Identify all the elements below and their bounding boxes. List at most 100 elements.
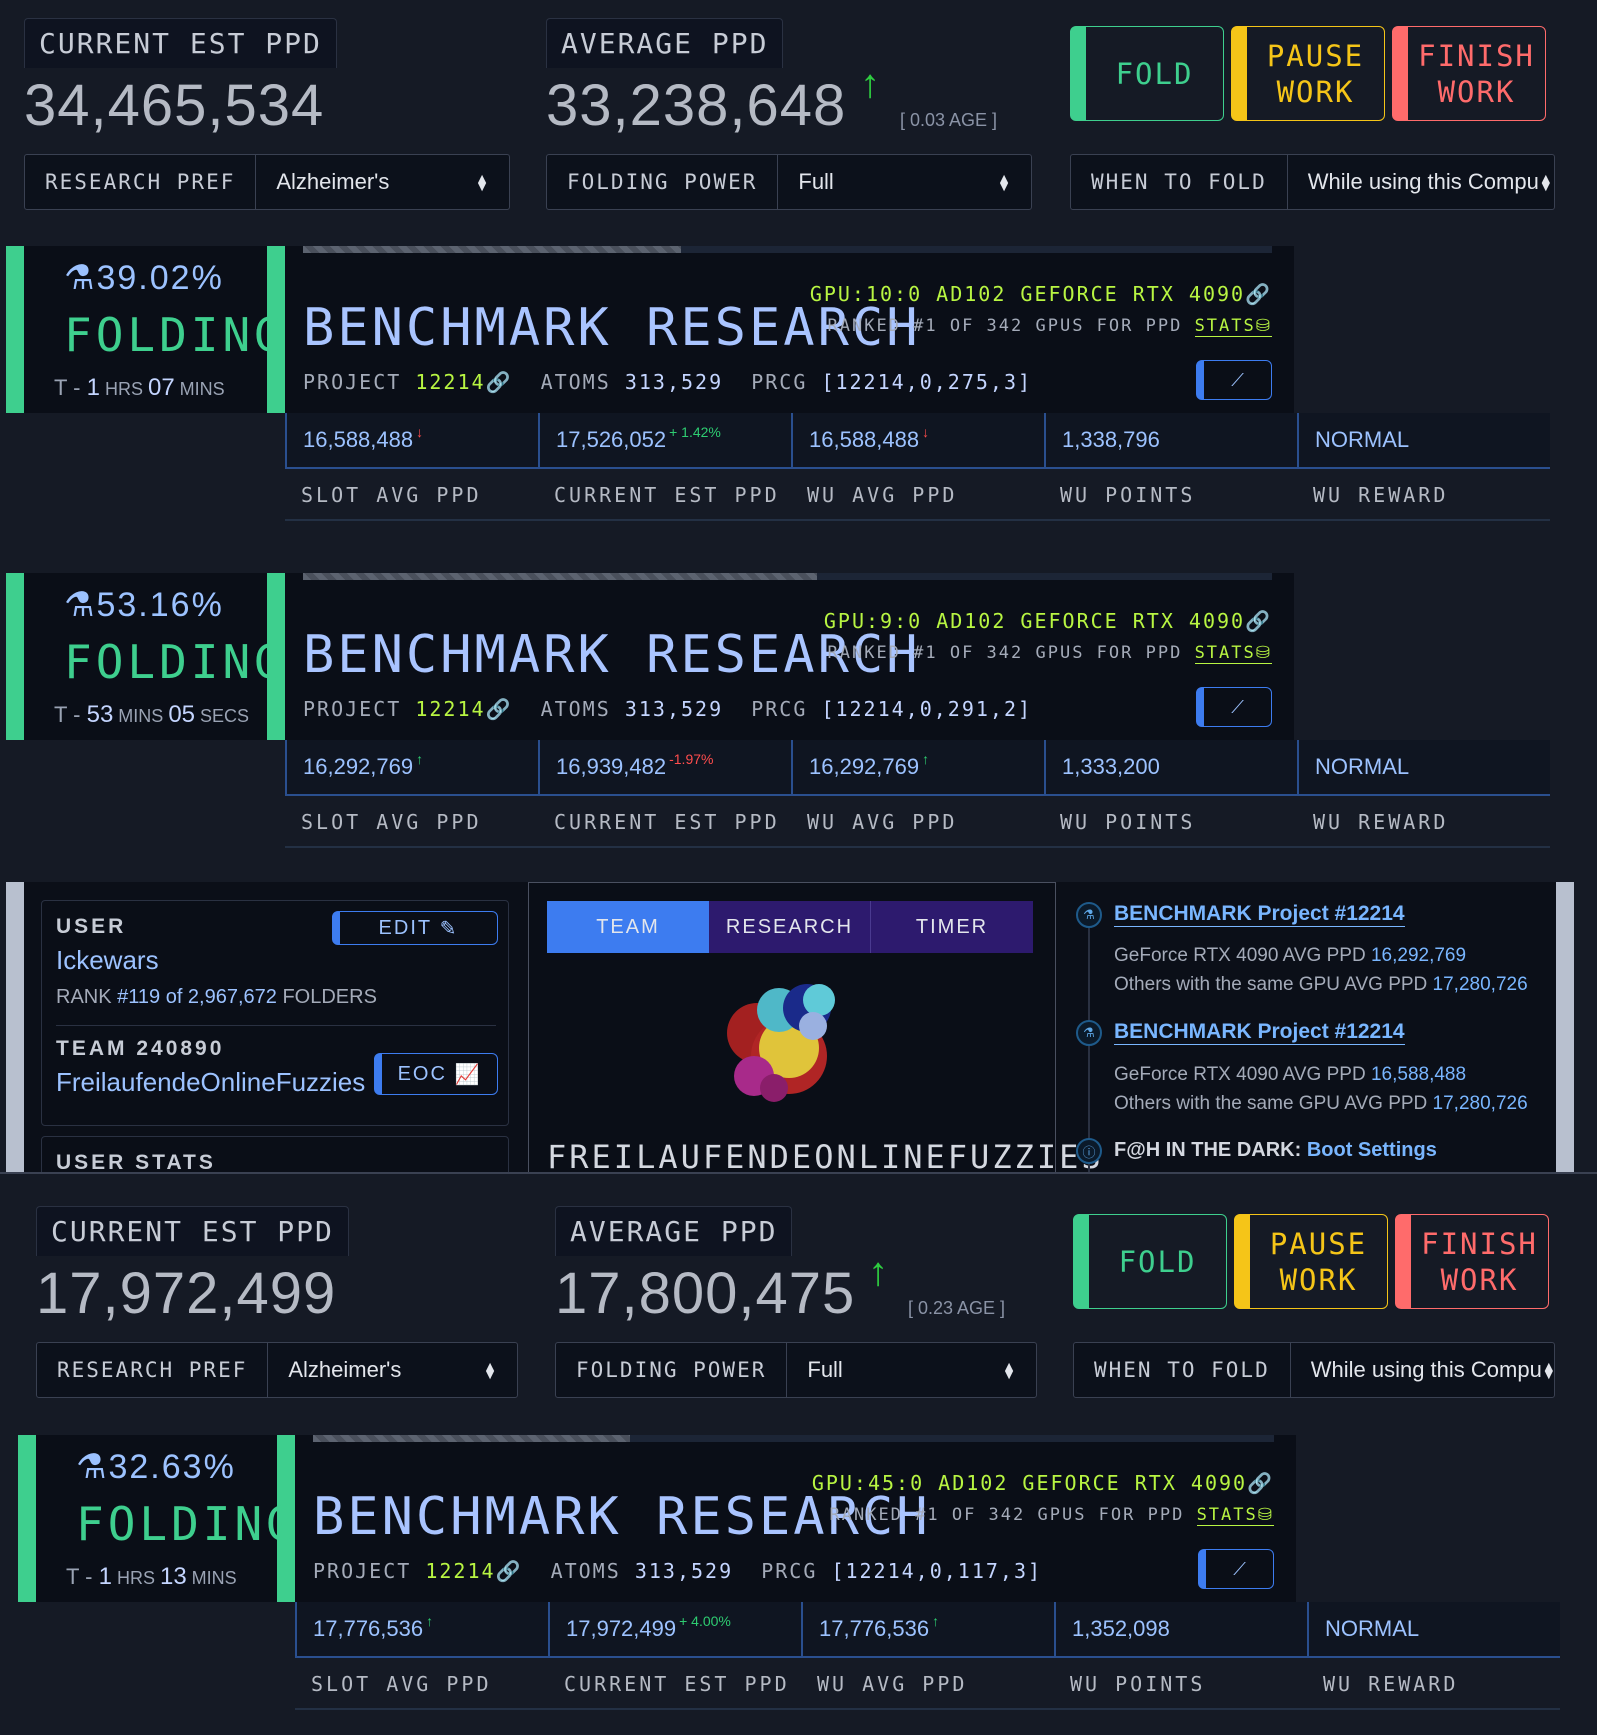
finish-work-button[interactable]: FINISH WORK (1392, 26, 1546, 121)
slot-stat-delta: -1.97% (669, 751, 714, 767)
link-icon: 🔗 (1245, 282, 1272, 306)
slot-project-line: PROJECT 12214🔗 ATOMS 313,529 PRCG [12214… (313, 1559, 1042, 1583)
slot-stat-value: NORMAL (1325, 1616, 1420, 1641)
tab-timer[interactable]: TIMER (871, 901, 1033, 953)
slot-stat-delta: ↑ (426, 1613, 434, 1629)
stats-link[interactable]: STATS⛁ (1196, 1505, 1274, 1526)
when-to-fold-select[interactable]: WHEN TO FOLD While using this Compu ▲ ▼ (1070, 154, 1555, 210)
slot-percent-value: 39.02% (96, 259, 224, 297)
when-to-fold-label: WHEN TO FOLD (1071, 155, 1288, 209)
edit-user-button[interactable]: EDIT ✎ (332, 911, 498, 945)
news-gpu-line-1: GeForce RTX 4090 AVG PPD 16,292,769 (1114, 945, 1466, 967)
folding-power-select[interactable]: FOLDING POWER Full ▲ ▼ (555, 1342, 1037, 1398)
fold-label: FOLD (1118, 1244, 1197, 1279)
prcg-label: PRCG (751, 697, 808, 721)
slot-chart-button[interactable]: ⟋ (1198, 1549, 1274, 1589)
slot-chart-button[interactable]: ⟋ (1196, 360, 1272, 400)
user-rank: RANK #119 of 2,967,672 FOLDERS (56, 986, 377, 1009)
user-stats-label: USER STATS (56, 1151, 216, 1172)
slot-percent-value: 53.16% (96, 586, 224, 624)
eta-prefix: T - (54, 702, 87, 727)
project-link[interactable]: 12214 (415, 697, 485, 721)
stats-link[interactable]: STATS⛁ (1194, 643, 1272, 664)
research-pref-select[interactable]: RESEARCH PREF Alzheimer's ▲ ▼ (36, 1342, 518, 1398)
left-edge-bar (6, 882, 24, 1172)
news-others-value: 17,280,726 (1432, 974, 1528, 995)
eta-b-unit: SECS (195, 706, 250, 726)
when-to-fold-select[interactable]: WHEN TO FOLD While using this Compu ▲ ▼ (1073, 1342, 1555, 1398)
eta-b-unit: MINS (186, 1568, 237, 1588)
eta-a: 1 (86, 374, 100, 401)
when-to-fold-label: WHEN TO FOLD (1074, 1343, 1291, 1397)
project-link[interactable]: 12214 (425, 1559, 495, 1583)
gpu-name[interactable]: GPU:10:0 AD102 GEFORCE RTX 4090🔗 (810, 282, 1272, 306)
gpu-name[interactable]: GPU:9:0 AD102 GEFORCE RTX 4090🔗 (824, 609, 1272, 633)
atoms-label: ATOMS (540, 697, 611, 721)
folding-power-select[interactable]: FOLDING POWER Full ▲ ▼ (546, 154, 1032, 210)
news-others-prefix: Others with the same GPU AVG PPD (1114, 1093, 1433, 1114)
news-others-value: 17,280,726 (1432, 1093, 1528, 1114)
research-pref-value: Alzheimer's (276, 169, 390, 194)
user-name: Ickewars (56, 945, 159, 975)
eta-a-unit: HRS (99, 379, 148, 399)
finish-label-2: WORK (1437, 74, 1516, 109)
slot-stat-value: 16,588,488 (303, 427, 414, 452)
news-others-line-1: Others with the same GPU AVG PPD 17,280,… (1114, 974, 1528, 996)
eta-a: 1 (98, 1563, 112, 1590)
boot-settings-link[interactable]: Boot Settings (1307, 1139, 1437, 1161)
stats-link[interactable]: STATS⛁ (1194, 316, 1272, 337)
info-icon: ⓘ (1076, 1138, 1102, 1164)
slot-stat-label: WU AVG PPD (807, 810, 958, 834)
tab-research[interactable]: RESEARCH (709, 901, 871, 953)
slot-stat-delta: + 4.00% (679, 1613, 731, 1629)
project-link[interactable]: 12214 (415, 370, 485, 394)
trend-up-icon: ↑ (868, 1250, 888, 1294)
tab-team[interactable]: TEAM (547, 901, 709, 953)
pause-work-button[interactable]: PAUSE WORK (1234, 1214, 1388, 1309)
eta-b: 07 (147, 374, 175, 401)
slot-stat-cell: 17,776,536 ↑ (801, 1602, 1054, 1658)
eta-prefix: T - (54, 375, 87, 400)
slot-status-panel: ⚗32.63% FOLDING T - 1 HRS 13 MINS (18, 1435, 295, 1602)
slot-status-panel: ⚗53.16% FOLDING T - 53 MINS 05 SECS (6, 573, 285, 740)
news-title-2[interactable]: BENCHMARK Project #12214 (1114, 1020, 1405, 1045)
gpu-name[interactable]: GPU:45:0 AD102 GEFORCE RTX 4090🔗 (812, 1471, 1274, 1495)
finish-label-2: WORK (1440, 1262, 1519, 1297)
fold-button[interactable]: FOLD (1070, 26, 1224, 121)
slot-stat-label: SLOT AVG PPD (301, 810, 482, 834)
research-pref-label: RESEARCH PREF (25, 155, 257, 209)
slot-stat-value: 17,526,052 (556, 427, 667, 452)
news-gpu-prefix: GeForce RTX 4090 AVG PPD (1114, 1064, 1371, 1085)
finish-work-button[interactable]: FINISH WORK (1395, 1214, 1549, 1309)
research-pref-select[interactable]: RESEARCH PREF Alzheimer's ▲ ▼ (24, 154, 510, 210)
ranked-text: RANKED #1 OF 342 GPUS FOR PPD (827, 316, 1183, 336)
fold-button[interactable]: FOLD (1073, 1214, 1227, 1309)
slot-status: FOLDING (76, 1497, 298, 1551)
flask-icon: ⚗ (1076, 902, 1102, 928)
project-label: PROJECT (303, 370, 402, 394)
average-age: [ 0.23 AGE ] (908, 1298, 1006, 1318)
folding-power-value: Full (798, 169, 834, 194)
pause-label-1: PAUSE (1266, 38, 1365, 73)
slot-stat-cell: 1,338,796 (1044, 413, 1297, 469)
news-title-1[interactable]: BENCHMARK Project #12214 (1114, 902, 1405, 927)
slot-stat-label: WU REWARD (1313, 810, 1449, 834)
slot-chart-button[interactable]: ⟋ (1196, 687, 1272, 727)
rank-prefix: RANK (56, 986, 118, 1008)
select-caret-icon: ▲ ▼ (475, 170, 489, 194)
slot-stat-label: WU REWARD (1313, 483, 1449, 507)
current-est-ppd-value: 34,465,534 (24, 73, 325, 138)
eoc-button[interactable]: EOC 📈 (374, 1053, 498, 1095)
panel-tabs: TEAM RESEARCH TIMER (547, 901, 1033, 953)
screenshot-seam (0, 1172, 1597, 1174)
slot-stat-label: WU POINTS (1060, 483, 1196, 507)
slot-stat-value: 1,333,200 (1062, 754, 1160, 779)
eta-b: 05 (168, 701, 196, 728)
pause-label-2: WORK (1276, 74, 1355, 109)
news-others-line-2: Others with the same GPU AVG PPD 17,280,… (1114, 1093, 1528, 1115)
pause-work-button[interactable]: PAUSE WORK (1231, 26, 1385, 121)
rank-suffix: FOLDERS (276, 986, 377, 1008)
slot-project-line: PROJECT 12214🔗 ATOMS 313,529 PRCG [12214… (303, 370, 1032, 394)
slot-stat-label: WU AVG PPD (807, 483, 958, 507)
link-icon: 🔗 (1245, 609, 1272, 633)
